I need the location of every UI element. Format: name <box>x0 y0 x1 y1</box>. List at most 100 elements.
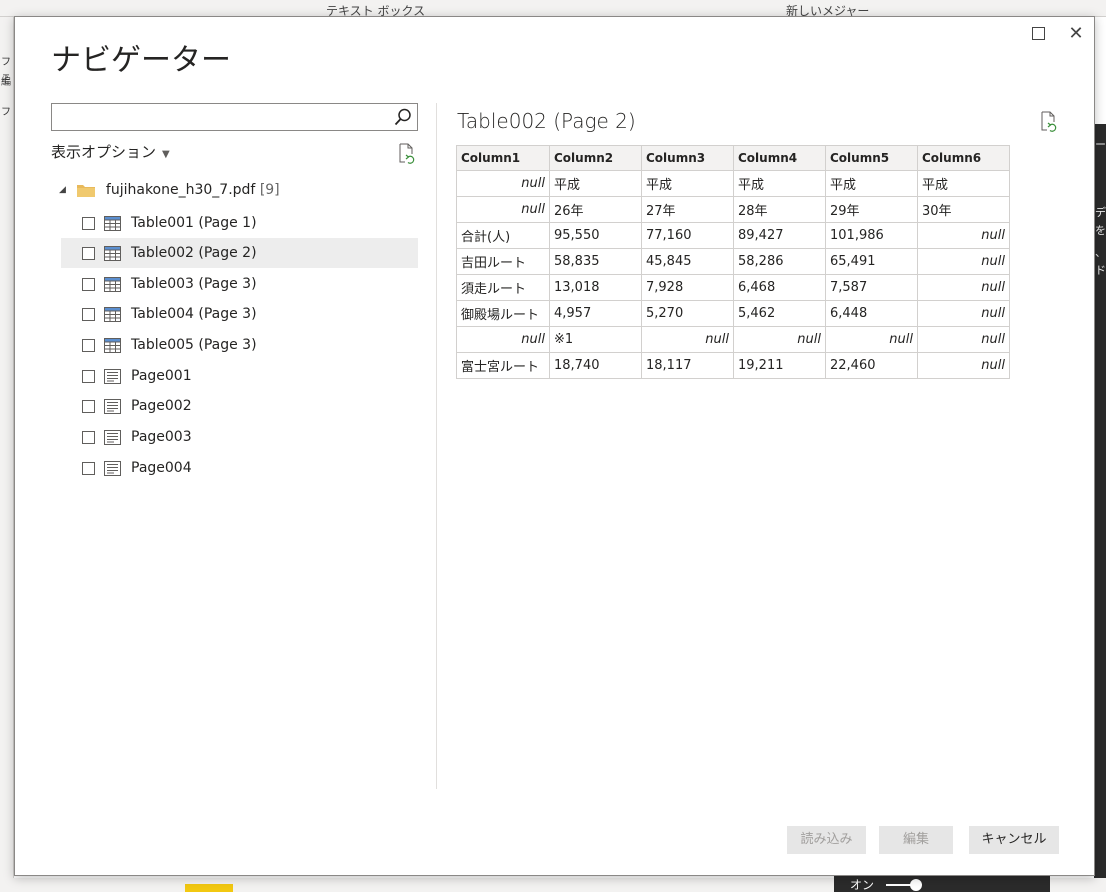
checkbox[interactable] <box>82 216 95 230</box>
table-cell: 89,427 <box>733 222 826 249</box>
cancel-button[interactable]: キャンセル <box>969 826 1059 854</box>
table-cell: 65,491 <box>825 248 918 275</box>
table-cell: null <box>456 170 550 197</box>
checkbox[interactable] <box>82 307 95 321</box>
toggle-knob[interactable] <box>910 879 922 891</box>
tree-item-label: Page001 <box>131 368 192 384</box>
table-cell: 13,018 <box>549 274 642 301</box>
background-yellow-tab[interactable] <box>185 884 233 892</box>
expand-triangle-icon[interactable]: ◢ <box>59 185 71 195</box>
table-cell: null <box>733 326 826 353</box>
table-cell: 58,286 <box>733 248 826 275</box>
tree-item-table005[interactable]: Table005 (Page 3) <box>61 330 418 360</box>
table-cell: 6,448 <box>825 300 918 327</box>
background-right-fragment: 、 <box>1095 246 1106 259</box>
checkbox[interactable] <box>82 399 95 413</box>
column-header: Column3 <box>641 145 734 171</box>
checkbox[interactable] <box>82 369 95 383</box>
table-cell: 7,928 <box>641 274 734 301</box>
tree-root-name: fujihakone_h30_7.pdf <box>105 182 256 198</box>
table-cell: 須走ルート <box>456 274 550 301</box>
page-icon <box>104 398 121 414</box>
background-right-fragment: ー <box>1095 138 1106 151</box>
table-cell: ※1 <box>549 326 642 353</box>
checkbox[interactable] <box>82 246 95 260</box>
table-cell: 27年 <box>641 196 734 223</box>
table-icon <box>104 245 121 261</box>
table-cell: 18,117 <box>641 352 734 379</box>
column-header: Column5 <box>825 145 918 171</box>
table-cell: null <box>456 326 550 353</box>
checkbox[interactable] <box>82 461 95 475</box>
tree-item-page001[interactable]: Page001 <box>61 361 418 391</box>
display-options-dropdown[interactable]: 表示オプション ▼ <box>51 141 170 163</box>
tree-item-table002[interactable]: Table002 (Page 2) <box>61 238 418 268</box>
tree-item-label: Page002 <box>131 398 192 414</box>
table-row: 合計(人) 95,550 77,160 89,427 101,986 null <box>456 222 1010 249</box>
table-icon <box>104 215 121 231</box>
search-box <box>51 103 418 131</box>
tree-item-label: Table002 (Page 2) <box>131 245 257 261</box>
load-button[interactable]: 読み込み <box>787 826 866 854</box>
table-cell: 101,986 <box>825 222 918 249</box>
tree-item-label: Table001 (Page 1) <box>131 215 257 231</box>
tree-item-label: Table005 (Page 3) <box>131 337 257 353</box>
caret-down-icon: ▼ <box>162 149 170 160</box>
table-cell: 平成 <box>549 170 642 197</box>
tree-root-file[interactable]: ◢ fujihakone_h30_7.pdf [9] <box>59 182 280 206</box>
pane-divider[interactable] <box>436 103 437 789</box>
page-icon <box>104 429 121 445</box>
checkbox[interactable] <box>82 277 95 291</box>
search-icon[interactable] <box>393 107 413 127</box>
column-header: Column1 <box>456 145 550 171</box>
search-input[interactable] <box>52 104 382 130</box>
table-cell: 29年 <box>825 196 918 223</box>
table-cell: 30年 <box>917 196 1010 223</box>
table-cell: 4,957 <box>549 300 642 327</box>
maximize-icon[interactable] <box>1030 25 1048 43</box>
table-icon <box>104 306 121 322</box>
table-cell: 5,270 <box>641 300 734 327</box>
column-header: Column2 <box>549 145 642 171</box>
table-cell: 19,211 <box>733 352 826 379</box>
table-cell: 平成 <box>825 170 918 197</box>
table-cell: 吉田ルート <box>456 248 550 275</box>
edit-button[interactable]: 編集 <box>879 826 953 854</box>
tree-item-table001[interactable]: Table001 (Page 1) <box>61 208 418 238</box>
table-cell: null <box>825 326 918 353</box>
table-cell: 富士宮ルート <box>456 352 550 379</box>
page-icon <box>104 368 121 384</box>
table-cell: 77,160 <box>641 222 734 249</box>
table-cell: 5,462 <box>733 300 826 327</box>
tree-item-label: Table003 (Page 3) <box>131 276 257 292</box>
table-cell: 平成 <box>733 170 826 197</box>
background-right-fragment: ド <box>1095 264 1106 277</box>
tree-item-table004[interactable]: Table004 (Page 3) <box>61 299 418 329</box>
background-ribbon: テキスト ボックス 新しいメジャー <box>0 0 1106 18</box>
preview-table: Column1 Column2 Column3 Column4 Column5 Colum… <box>456 145 1010 379</box>
tree-item-page004[interactable]: Page004 <box>61 453 418 483</box>
refresh-preview-icon[interactable] <box>1039 111 1059 133</box>
table-cell: 平成 <box>641 170 734 197</box>
tree-item-label: Table004 (Page 3) <box>131 306 257 322</box>
table-icon <box>104 276 121 292</box>
table-cell: null <box>917 222 1010 249</box>
navigator-dialog: ナビゲーター ✕ 表示オプション ▼ ◢ fujihakone_h30_7.pdf… <box>14 16 1095 876</box>
table-cell: 18,740 <box>549 352 642 379</box>
background-right-fragment: デ <box>1095 206 1106 219</box>
tree-root-count: [9] <box>259 182 280 198</box>
background-left-panel: フェ 編 フ <box>0 17 14 892</box>
table-row: 須走ルート 13,018 7,928 6,468 7,587 null <box>456 274 1010 301</box>
table-cell: 58,835 <box>549 248 642 275</box>
table-cell: null <box>917 352 1010 379</box>
table-cell: 95,550 <box>549 222 642 249</box>
preview-title: Table002 (Page 2) <box>457 109 636 133</box>
close-icon[interactable]: ✕ <box>1067 25 1085 43</box>
tree-item-page002[interactable]: Page002 <box>61 391 418 421</box>
refresh-icon[interactable] <box>397 143 417 165</box>
checkbox[interactable] <box>82 430 95 444</box>
background-right-panel <box>1094 124 1106 892</box>
tree-item-table003[interactable]: Table003 (Page 3) <box>61 269 418 299</box>
tree-item-page003[interactable]: Page003 <box>61 422 418 452</box>
checkbox[interactable] <box>82 338 95 352</box>
